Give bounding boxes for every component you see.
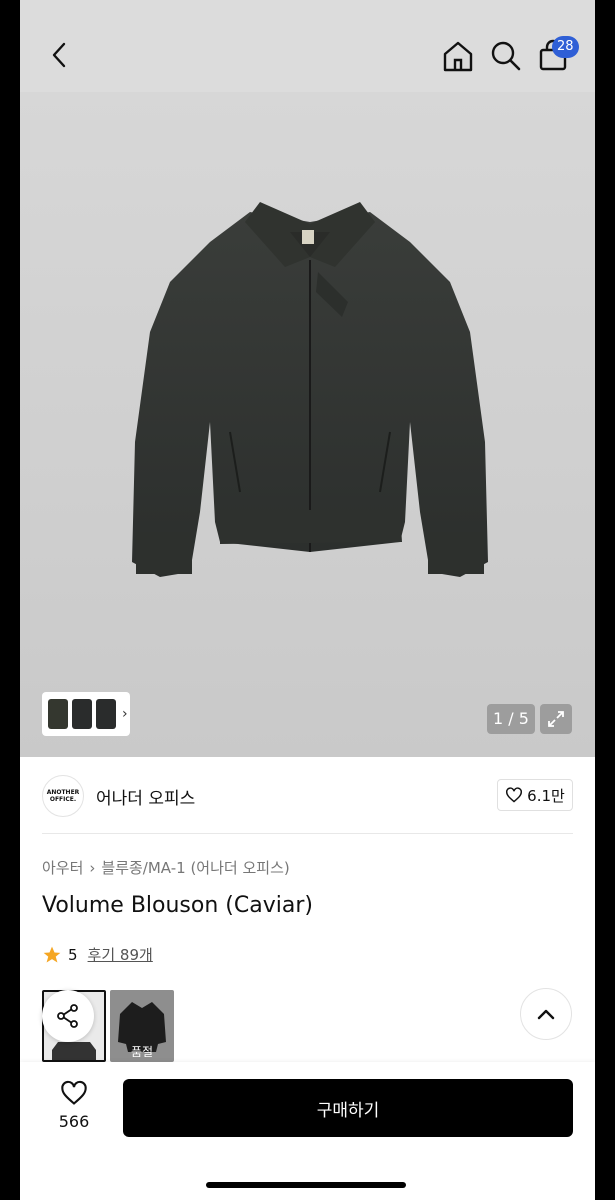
divider: [42, 833, 573, 834]
product-image-gallery[interactable]: › 1 / 5: [20, 92, 595, 757]
heart-icon: [506, 787, 523, 803]
heart-icon: [61, 1080, 87, 1105]
breadcrumb: 아우터 › 블루종/MA-1 (어나더 오피스): [42, 857, 290, 878]
right-bezel: [595, 0, 615, 1200]
image-counter: 1 / 5: [487, 704, 535, 734]
rating-value: 5: [68, 945, 78, 964]
screen: 28 › 1 / 5 ANOTHER OFFICE. 어나더 오피스 6.1만 …: [20, 0, 595, 1200]
thumbnail[interactable]: [48, 699, 68, 729]
brand-like-count: 6.1만: [527, 786, 565, 805]
share-icon: [57, 1004, 78, 1028]
breadcrumb-item[interactable]: 아우터: [42, 857, 83, 878]
left-bezel: [0, 0, 20, 1200]
home-button[interactable]: [440, 38, 476, 74]
home-icon: [443, 41, 473, 72]
brand-logo[interactable]: ANOTHER OFFICE.: [42, 775, 84, 817]
chevron-left-icon: [52, 42, 66, 68]
back-button[interactable]: [44, 38, 74, 72]
chevron-up-icon: [537, 1009, 555, 1020]
color-option-soldout[interactable]: 품절: [110, 990, 174, 1062]
search-button[interactable]: [488, 38, 524, 74]
cart-count-badge: 28: [552, 36, 579, 58]
top-header: 28: [20, 0, 595, 126]
bottom-action-bar: 566 구매하기: [20, 1062, 595, 1200]
soldout-label: 품절: [130, 1045, 154, 1059]
share-button[interactable]: [42, 990, 94, 1042]
thumbnail[interactable]: [96, 699, 116, 729]
rating-row: 5 후기 89개: [42, 944, 153, 965]
product-title: Volume Blouson (Caviar): [42, 893, 313, 918]
product-image: [132, 202, 488, 577]
wish-button[interactable]: 566: [50, 1080, 98, 1131]
expand-button[interactable]: [540, 704, 572, 734]
wish-count: 566: [58, 1112, 90, 1131]
search-icon: [491, 41, 521, 71]
breadcrumb-item[interactable]: 블루종/MA-1 (어나더 오피스): [101, 857, 289, 878]
review-link[interactable]: 후기 89개: [88, 944, 153, 965]
chevron-right-icon: ›: [89, 858, 96, 877]
thumbnail[interactable]: [72, 699, 92, 729]
buy-button[interactable]: 구매하기: [123, 1079, 573, 1137]
image-thumbnail-strip[interactable]: ›: [42, 692, 130, 736]
home-indicator: [206, 1182, 406, 1188]
expand-icon: [548, 711, 564, 727]
star-icon: [43, 946, 61, 962]
brand-name[interactable]: 어나더 오피스: [96, 784, 195, 809]
brand-like-button[interactable]: 6.1만: [497, 779, 573, 811]
brand-row[interactable]: ANOTHER OFFICE. 어나더 오피스 6.1만: [20, 757, 595, 835]
chevron-right-icon: ›: [122, 706, 128, 722]
scroll-top-button[interactable]: [520, 988, 572, 1040]
